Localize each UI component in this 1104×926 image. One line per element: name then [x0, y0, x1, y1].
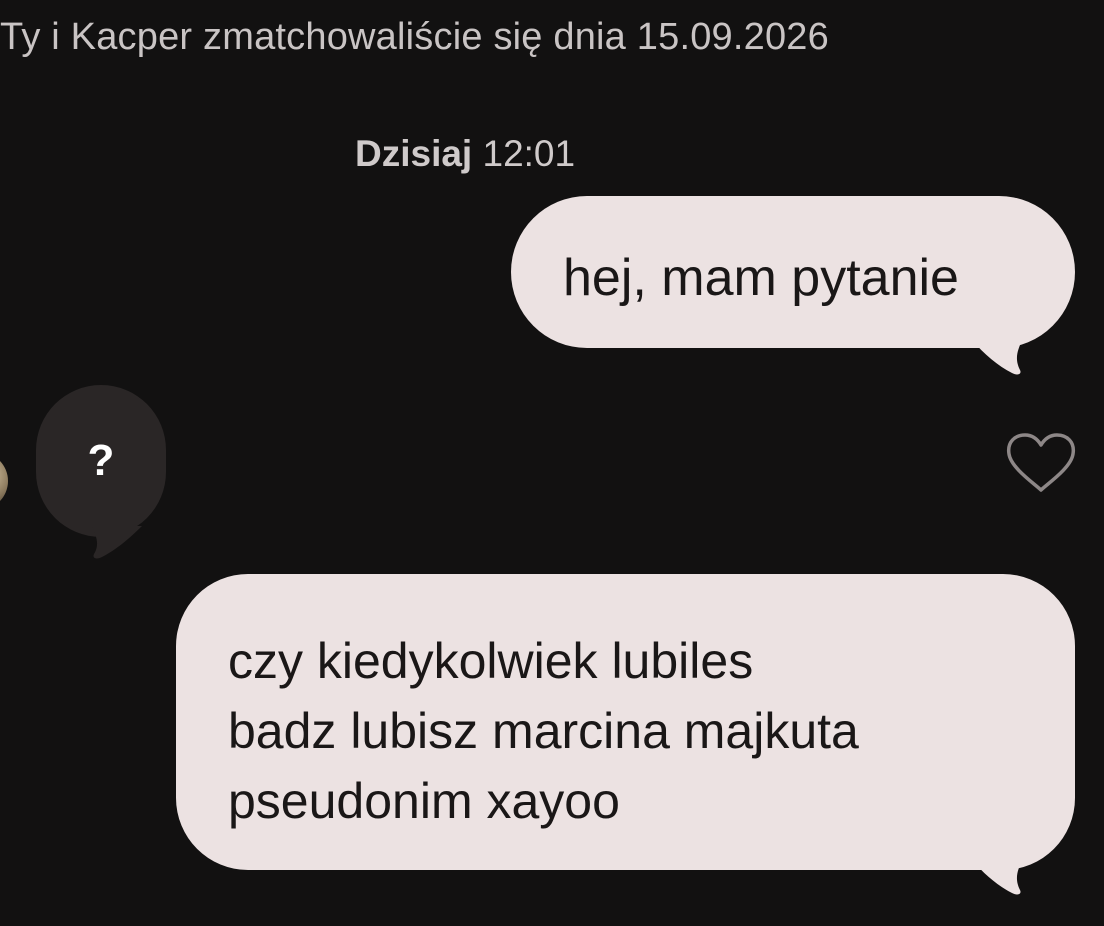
contact-avatar[interactable] [0, 452, 8, 510]
message-text-line: czy kiedykolwiek lubiles [228, 633, 754, 689]
bubble-tail [972, 860, 1022, 895]
bubble-tail [92, 526, 142, 559]
outgoing-message-bubble[interactable]: hej, mam pytanie [511, 196, 1075, 348]
message-text: ? [87, 436, 115, 485]
message-timestamp: Dzisiaj 12:01 [355, 133, 575, 175]
chat-screen: Ty i Kacper zmatchowaliście się dnia 15.… [0, 0, 1104, 926]
incoming-message-bubble[interactable]: ? [36, 385, 166, 537]
match-banner: Ty i Kacper zmatchowaliście się dnia 15.… [0, 16, 829, 58]
outgoing-message-bubble[interactable]: czy kiedykolwiek lubiles badz lubisz mar… [176, 574, 1075, 870]
timestamp-time: 12:01 [482, 133, 576, 174]
timestamp-day: Dzisiaj [355, 133, 473, 174]
message-text: hej, mam pytanie [563, 249, 959, 307]
heart-outline-icon[interactable] [1005, 432, 1077, 496]
bubble-tail [972, 340, 1022, 375]
message-text-line: badz lubisz marcina majkuta [228, 703, 859, 759]
message-text-line: pseudonim xayoo [228, 773, 620, 829]
